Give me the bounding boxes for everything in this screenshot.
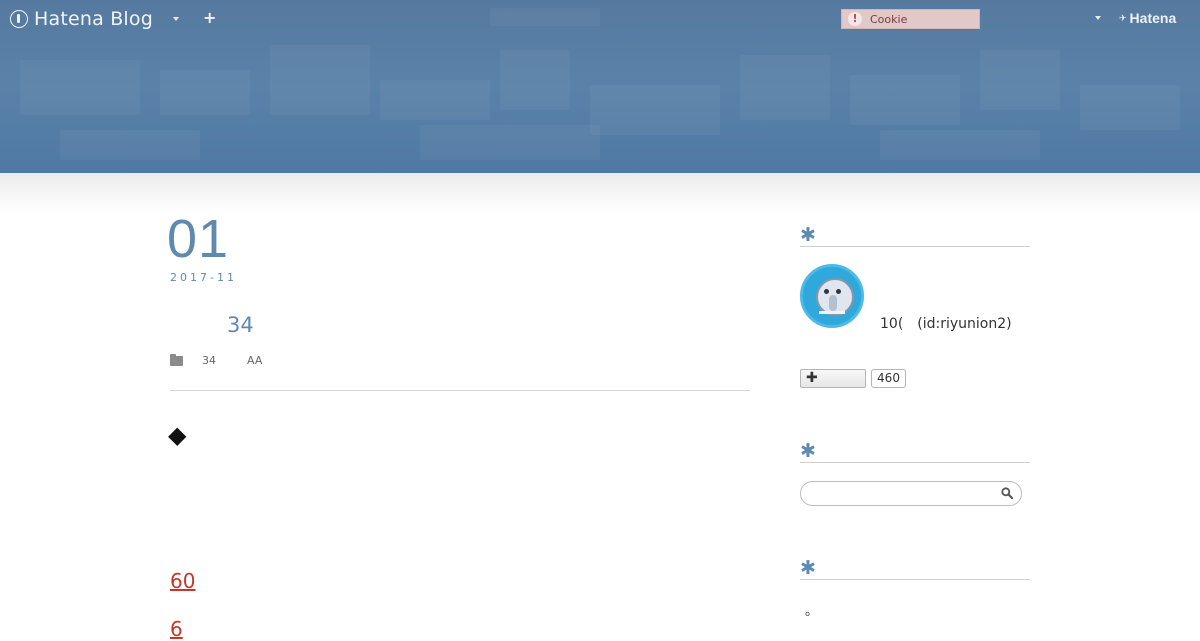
folder-icon — [170, 353, 183, 366]
add-entry-button[interactable]: + — [203, 10, 216, 26]
entry-date-year-month[interactable]: 2017-11 — [170, 271, 237, 284]
category-link[interactable]: AA — [247, 354, 262, 367]
search-icon[interactable] — [1001, 487, 1013, 499]
asterisk-icon: ✱ — [800, 224, 816, 246]
avatar-trunk — [829, 295, 837, 311]
asterisk-icon: ✱ — [800, 440, 816, 462]
sidebar-module-title-search: ✱ — [800, 442, 1030, 463]
profile-name[interactable]: 10( (id:riyunion2) — [880, 313, 1012, 333]
asterisk-icon: ✱ — [800, 557, 816, 579]
avatar-cigarette — [819, 311, 845, 314]
entry-divider — [170, 390, 750, 391]
hatena-logo[interactable]: ✈ Hatena — [1119, 10, 1176, 26]
chevron-down-icon[interactable] — [173, 17, 179, 21]
entry-categories: 34 AA — [170, 353, 262, 367]
entry-link[interactable]: 6 — [170, 617, 183, 641]
entry-link[interactable]: 60 — [170, 569, 195, 593]
alert-icon: ! — [848, 12, 862, 26]
avatar[interactable] — [800, 264, 864, 328]
hatena-mark-icon: ✈ — [1119, 12, 1127, 23]
avatar-eye — [824, 289, 829, 294]
hatena-label: Hatena — [1129, 10, 1177, 26]
cookie-notice[interactable]: ! Cookie — [841, 9, 980, 29]
chevron-down-icon[interactable] — [1095, 16, 1101, 20]
entry-date-day[interactable]: 01 — [167, 208, 229, 270]
hatena-blog-logo-icon — [10, 10, 28, 28]
cookie-notice-label: Cookie — [870, 12, 908, 26]
sidebar-module-title-profile: ✱ — [800, 226, 1030, 247]
sidebar-module-title: ✱ — [800, 559, 1030, 580]
search-input[interactable] — [800, 481, 1022, 506]
category-link[interactable]: 34 — [202, 354, 216, 367]
brand-label: Hatena Blog — [34, 8, 153, 30]
hatena-blog-logo[interactable]: Hatena Blog — [10, 6, 153, 32]
avatar-eye — [836, 289, 841, 294]
entry-title[interactable]: 34 — [227, 313, 254, 337]
global-bar: Hatena Blog + ! Cookie ✈ Hatena — [0, 0, 1200, 38]
header-shadow — [0, 173, 1200, 213]
follow-button[interactable]: ✚ — [800, 369, 866, 388]
sidebar-module-text: 。 — [805, 604, 819, 619]
follower-count[interactable]: 460 — [871, 369, 906, 388]
diamond-bullet-icon: ◆ — [168, 421, 187, 449]
